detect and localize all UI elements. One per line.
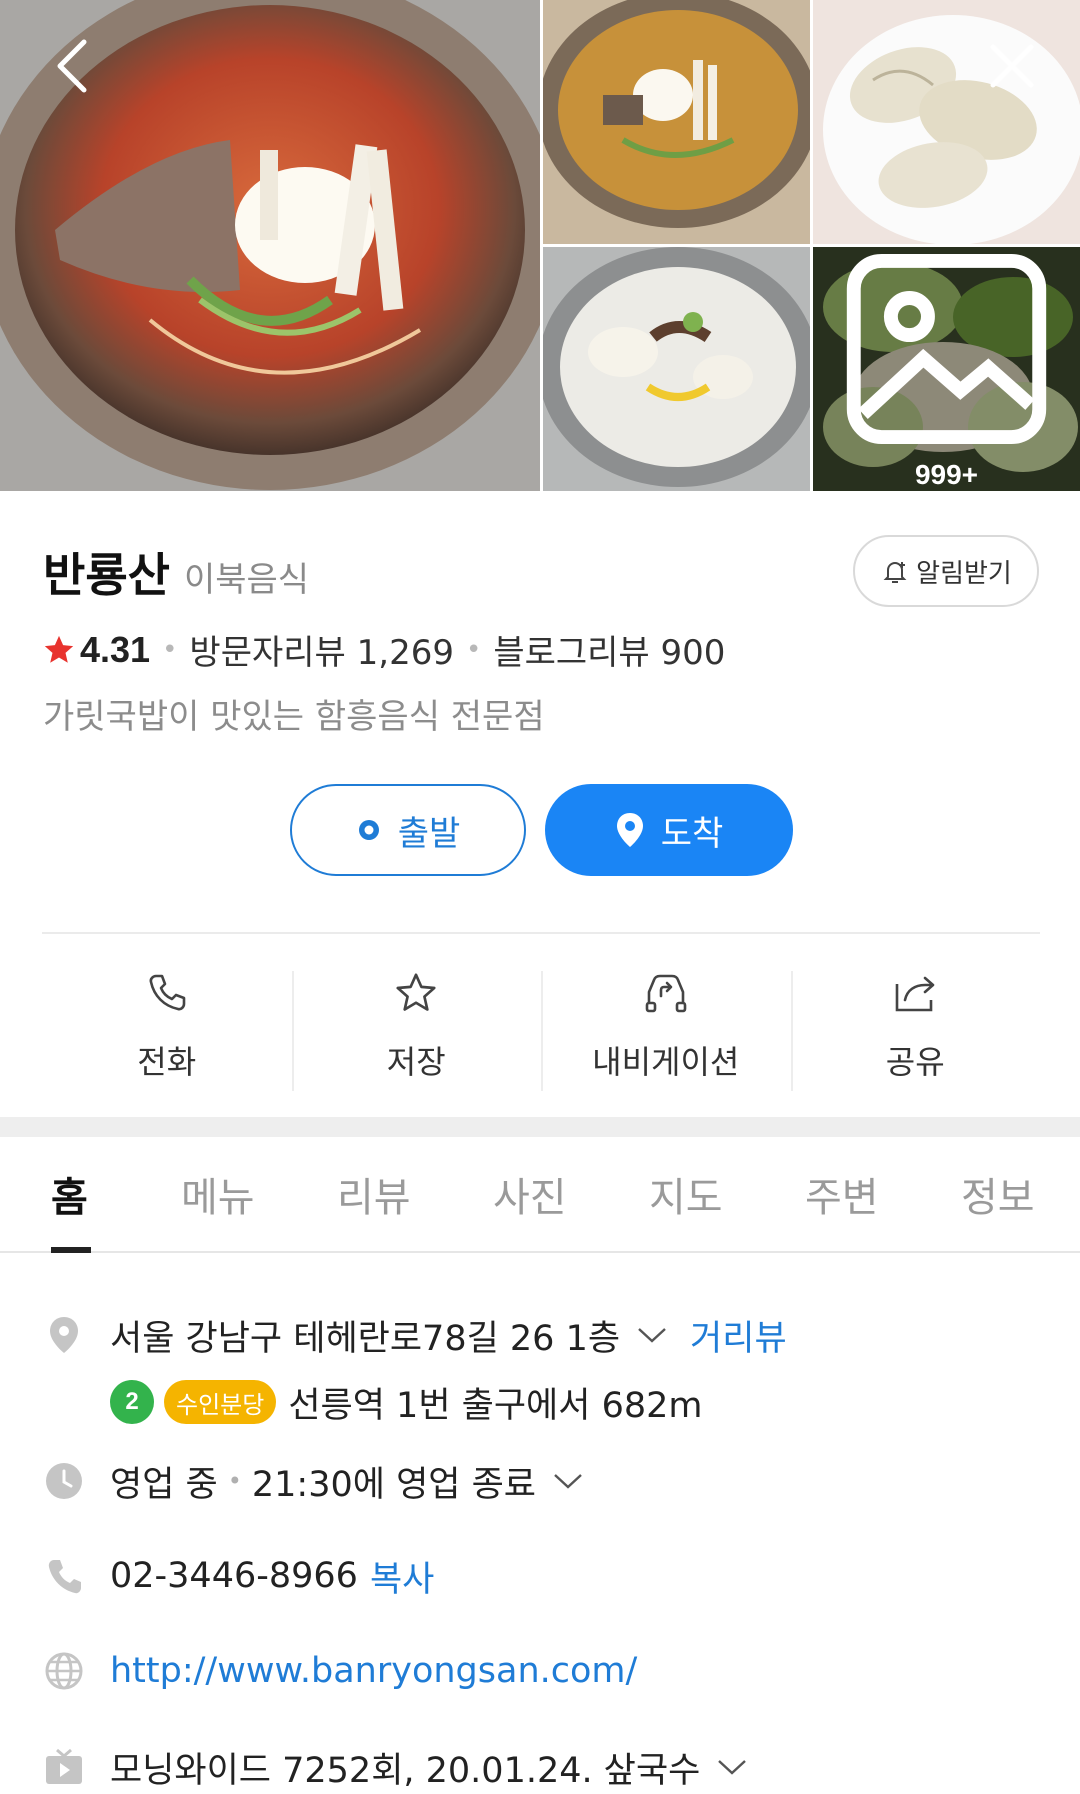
more-photos-count: 999+ (914, 459, 979, 490)
depart-label: 출발 (397, 813, 461, 854)
origin-dot-icon (358, 820, 379, 840)
map-pin-icon (616, 813, 643, 847)
more-photos-overlay[interactable]: 999+ (813, 247, 1080, 491)
notification-label: 알림받기 (916, 558, 1012, 589)
share-icon (891, 963, 939, 1023)
chevron-left-icon (57, 39, 87, 93)
save-action[interactable]: 저장 (291, 963, 542, 1091)
close-button[interactable] (980, 34, 1044, 98)
separator-dot: • (227, 1467, 242, 1495)
star-icon (393, 963, 439, 1023)
title-row: 반룡산 이북음식 (43, 539, 309, 605)
place-category: 이북음식 (183, 560, 310, 600)
subway-line-suinbundang-badge: 수인분당 (164, 1380, 277, 1424)
address-text: 서울 강남구 테헤란로78길 26 1층 (110, 1318, 621, 1359)
navigation-label: 내비게이션 (592, 1043, 740, 1081)
phone-filled-icon (44, 1556, 84, 1596)
share-action[interactable]: 공유 (790, 963, 1041, 1091)
phone-number[interactable]: 02-3446-8966 (110, 1556, 358, 1596)
car-navigation-icon (641, 963, 691, 1023)
phone-line: 02-3446-8966 복사 (110, 1546, 434, 1606)
tab-bar: 홈 메뉴 리뷰 사진 지도 주변 정보 (0, 1137, 1080, 1253)
hours-line[interactable]: 영업 중 • 21:30에 영업 종료 (110, 1451, 584, 1511)
section-divider (0, 1117, 1080, 1137)
copy-phone-link[interactable]: 복사 (370, 1551, 434, 1602)
phone-icon (145, 963, 189, 1023)
hours-close: 21:30에 영업 종료 (251, 1464, 537, 1505)
close-icon (990, 44, 1034, 88)
image-icon (846, 253, 1047, 445)
arrive-label: 도착 (660, 813, 724, 854)
call-label: 전화 (137, 1043, 197, 1081)
tab-map[interactable]: 지도 (649, 1137, 723, 1251)
photo-jeongol-more[interactable]: 999+ (813, 247, 1080, 491)
rating-score: 4.31 (80, 628, 151, 670)
subway-direction-text: 선릉역 1번 출구에서 682m (288, 1385, 703, 1426)
globe-icon (44, 1651, 84, 1691)
star-filled-icon (44, 635, 74, 663)
address-line: 서울 강남구 테헤란로78길 26 1층 거리뷰 (110, 1305, 787, 1365)
photo-mul-naengmyeon[interactable] (543, 0, 810, 244)
call-action[interactable]: 전화 (42, 963, 292, 1089)
arrive-button[interactable]: 도착 (545, 784, 793, 876)
hours-status: 영업 중 (110, 1464, 218, 1505)
bell-plus-icon (883, 562, 907, 583)
notification-button[interactable]: 알림받기 (853, 535, 1039, 607)
tab-home[interactable]: 홈 (51, 1137, 88, 1251)
visitor-reviews-link[interactable]: 방문자리뷰 1,269 (189, 625, 454, 674)
chevron-down-icon[interactable] (552, 1471, 584, 1491)
separator-dot: • (162, 634, 178, 665)
chevron-down-icon[interactable] (636, 1325, 668, 1345)
rating-row: 4.31 • 방문자리뷰 1,269 • 블로그리뷰 900 (42, 625, 725, 674)
tv-program-text: 모닝와이드 7252회, 20.01.24. 샆국수 (110, 1750, 701, 1791)
blog-reviews-link[interactable]: 블로그리뷰 900 (493, 625, 725, 674)
back-button[interactable] (40, 34, 104, 98)
place-description: 가릿국밥이 맛있는 함흥음식 전문점 (43, 697, 545, 737)
tab-info[interactable]: 정보 (961, 1137, 1035, 1251)
save-label: 저장 (386, 1043, 446, 1081)
tab-nearby[interactable]: 주변 (805, 1137, 879, 1251)
tab-photos[interactable]: 사진 (493, 1137, 567, 1251)
tab-menu[interactable]: 메뉴 (181, 1137, 255, 1251)
clock-icon (44, 1461, 84, 1501)
divider (42, 932, 1040, 934)
tv-line[interactable]: 모닝와이드 7252회, 20.01.24. 샆국수 (110, 1737, 748, 1794)
subway-line: 2 수인분당 선릉역 1번 출구에서 682m (110, 1375, 702, 1429)
depart-button[interactable]: 출발 (290, 784, 526, 876)
separator-dot: • (465, 634, 482, 665)
quick-actions: 전화 저장 내비게이션 공유 (42, 963, 1041, 1091)
navigation-action[interactable]: 내비게이션 (541, 963, 791, 1091)
active-tab-indicator (51, 1247, 91, 1253)
location-pin-icon (44, 1315, 84, 1355)
place-name: 반룡산 (43, 549, 170, 601)
photo-gallery: 999+ (0, 0, 1080, 491)
website-link[interactable]: http://www.banryongsan.com/ (110, 1641, 637, 1701)
street-view-link[interactable]: 거리뷰 (690, 1310, 787, 1361)
photo-manduguk[interactable] (543, 247, 810, 491)
tab-reviews[interactable]: 리뷰 (337, 1137, 411, 1251)
subway-line-2-badge: 2 (110, 1380, 154, 1424)
chevron-down-icon[interactable] (716, 1757, 748, 1777)
tv-icon (44, 1747, 84, 1787)
share-label: 공유 (885, 1043, 945, 1081)
